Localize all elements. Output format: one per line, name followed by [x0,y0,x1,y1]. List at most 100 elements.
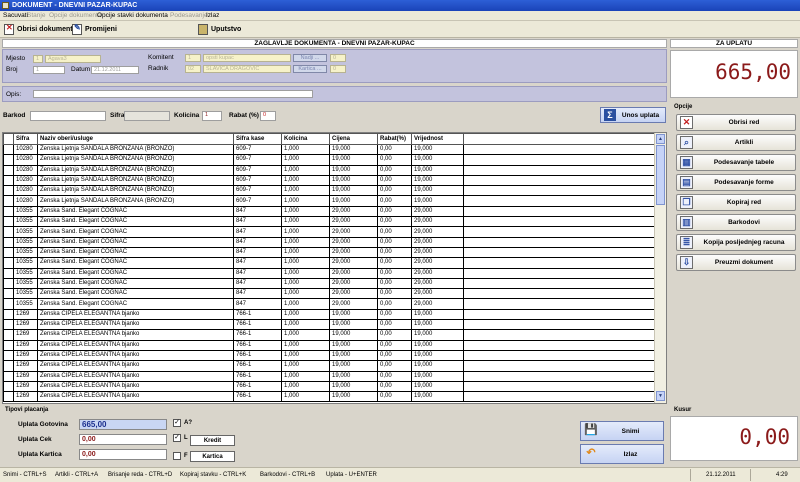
table-cell[interactable]: 0,00 [377,319,412,331]
preuzmi-dokument-button[interactable]: ⇩ Preuzmi dokument [676,254,796,271]
row-indicator[interactable] [3,339,14,351]
table-cell[interactable]: 19,000 [411,174,464,187]
table-cell[interactable]: 1,000 [281,205,330,218]
change-button[interactable]: Promijeni [72,23,117,36]
datum-field[interactable]: 21.12.2011 [91,66,139,74]
col-rabat[interactable]: Rabat(%) [377,133,412,145]
table-row[interactable]: 1269 Zenska CIPELA ELEGANTNA bjanko 766-1 1… [3,360,654,372]
table-cell[interactable]: 1,000 [281,226,330,238]
table-cell[interactable]: 1269 [13,339,38,351]
table-cell[interactable]: 847 [233,267,282,279]
kopija-racuna-button[interactable]: ≣ Kopija posljednjeg racuna [676,234,796,251]
table-cell[interactable]: 19,000 [411,360,464,372]
table-cell[interactable]: 19,000 [411,164,464,176]
table-cell[interactable]: 19,000 [329,329,378,341]
table-cell[interactable]: 1,000 [281,216,330,228]
table-cell[interactable]: 29,000 [411,257,464,269]
mjesto-code-field[interactable]: 1 [33,55,43,63]
podesavanje-forme-button[interactable]: ▤ Podesavanje forme [676,174,796,191]
row-indicator[interactable] [3,319,14,331]
table-cell[interactable]: 1269 [13,360,38,372]
table-cell[interactable]: 19,000 [411,154,464,166]
scroll-down-icon[interactable]: ▼ [656,391,665,401]
table-cell[interactable]: Zenska Sand. Elegant COGNAC [37,288,234,300]
table-cell[interactable]: 1,000 [281,339,330,351]
table-cell[interactable]: 1,000 [281,360,330,372]
row-indicator[interactable] [3,308,14,321]
scroll-up-icon[interactable]: ▲ [656,134,665,144]
table-row[interactable]: 10355 Zenska Sand. Elegant COGNAC 847 1,000… [3,216,654,228]
table-cell[interactable]: 29,000 [329,226,378,238]
komitent-name-field[interactable]: opsti kupac [203,54,291,62]
table-cell[interactable]: Zenska Sand. Elegant COGNAC [37,205,234,218]
row-indicator[interactable] [3,185,14,197]
kopiraj-red-button[interactable]: ❐ Kopiraj red [676,194,796,211]
table-cell[interactable]: 0,00 [377,288,412,300]
table-row[interactable]: 10355 Zenska Sand. Elegant COGNAC 847 1,000… [3,298,654,310]
row-indicator[interactable] [3,226,14,238]
table-cell[interactable]: 10355 [13,267,38,279]
table-cell[interactable]: 29,000 [329,236,378,248]
table-cell[interactable]: Zenska CIPELA ELEGANTNA bjanko [37,329,234,341]
table-cell[interactable]: 10280 [13,154,38,166]
rabat-input[interactable]: 0 [260,111,276,121]
table-cell[interactable]: Zenska CIPELA ELEGANTNA bjanko [37,308,234,321]
table-cell[interactable]: 19,000 [411,185,464,197]
table-cell[interactable]: 19,000 [329,143,378,156]
table-cell[interactable]: 10355 [13,205,38,218]
komitent-code-field[interactable]: 1 [185,54,201,62]
row-indicator[interactable] [3,277,14,290]
table-cell[interactable]: Zenska Sand. Elegant COGNAC [37,257,234,269]
vertical-scrollbar[interactable]: ▲ ▼ [654,133,666,403]
scrollbar-thumb[interactable] [656,145,665,205]
table-cell[interactable]: Zenska CIPELA ELEGANTNA bjanko [37,339,234,351]
table-cell[interactable]: 29,000 [329,246,378,259]
table-cell[interactable]: 19,000 [329,360,378,372]
table-cell[interactable]: 766-1 [233,349,282,362]
table-cell[interactable]: Zenska Sand. Elegant COGNAC [37,246,234,259]
table-cell[interactable]: 10355 [13,298,38,310]
table-cell[interactable]: 0,00 [377,164,412,176]
table-cell[interactable]: 29,000 [411,216,464,228]
table-cell[interactable]: 0,00 [377,277,412,290]
table-row[interactable]: 10355 Zenska Sand. Elegant COGNAC 847 1,000… [3,205,654,218]
kredit-button[interactable]: Kredit [190,435,235,446]
table-cell[interactable]: 609-7 [233,174,282,187]
table-cell[interactable]: 19,000 [411,391,464,403]
table-cell[interactable]: 766-1 [233,370,282,382]
table-cell[interactable]: 29,000 [329,216,378,228]
table-cell[interactable]: 29,000 [329,205,378,218]
artikli-button[interactable]: ⌕ Artikli [676,134,796,151]
table-cell[interactable]: 10355 [13,246,38,259]
table-cell[interactable]: 1269 [13,349,38,362]
table-row[interactable]: 1269 Zenska CIPELA ELEGANTNA bjanko 766-1 1… [3,370,654,382]
table-cell[interactable]: 10280 [13,143,38,156]
menu-sacuvati[interactable]: Sacuvati [3,12,28,19]
table-cell[interactable]: 0,00 [377,216,412,228]
table-row[interactable]: 1269 Zenska CIPELA ELEGANTNA bjanko 766-1 1… [3,329,654,341]
col-sifra-kase[interactable]: Sifra kase [233,133,282,145]
table-cell[interactable]: 0,00 [377,185,412,197]
table-cell[interactable]: 29,000 [411,205,464,218]
table-cell[interactable]: 766-1 [233,329,282,341]
table-cell[interactable]: Zenska Ljetnja SANDALA BRONZANA (BRONZO) [37,195,234,207]
table-row[interactable]: 1269 Zenska CIPELA ELEGANTNA bjanko 766-1 1… [3,339,654,351]
table-row[interactable]: 10355 Zenska Sand. Elegant COGNAC 847 1,000… [3,246,654,259]
row-indicator[interactable] [3,391,14,403]
table-cell[interactable]: 29,000 [329,257,378,269]
table-cell[interactable]: 19,000 [329,349,378,362]
row-indicator[interactable] [3,360,14,372]
table-cell[interactable]: 29,000 [411,277,464,290]
table-cell[interactable]: 0,00 [377,236,412,248]
table-cell[interactable]: 847 [233,236,282,248]
table-cell[interactable]: 0,00 [377,349,412,362]
table-cell[interactable]: 847 [233,288,282,300]
table-cell[interactable]: 1,000 [281,267,330,279]
menu-izlaz[interactable]: Izlaz [206,12,219,19]
table-cell[interactable]: 0,00 [377,174,412,187]
table-row[interactable]: 10280 Zenska Ljetnja SANDALA BRONZANA (BR… [3,195,654,207]
table-cell[interactable]: 29,000 [329,288,378,300]
table-cell[interactable]: 29,000 [411,298,464,310]
table-cell[interactable]: 609-7 [233,143,282,156]
table-cell[interactable]: 766-1 [233,308,282,321]
